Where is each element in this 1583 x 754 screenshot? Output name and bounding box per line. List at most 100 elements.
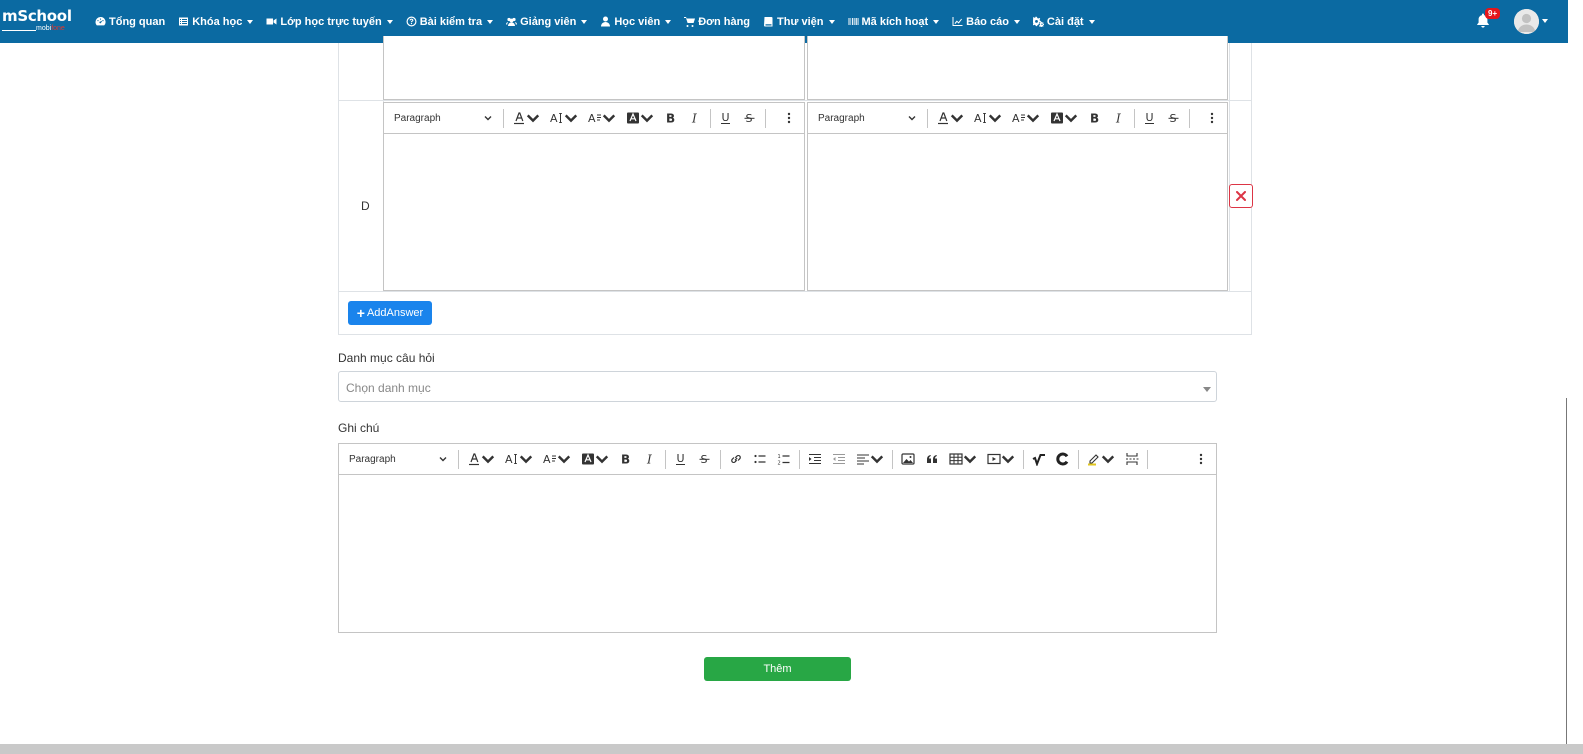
caret-down-icon	[1088, 19, 1095, 24]
toolbar-separator	[665, 449, 666, 469]
answer-c-explain-editor[interactable]	[807, 36, 1228, 100]
font-size-icon: A	[550, 112, 562, 125]
italic-button[interactable]: I	[638, 444, 662, 474]
nav-item-7[interactable]: Thư viện	[763, 16, 835, 28]
highlight-button[interactable]	[1082, 444, 1120, 474]
answer-c-content-editor[interactable]	[383, 36, 805, 100]
toolbar-separator	[927, 108, 928, 128]
chevron-down-icon	[870, 455, 884, 464]
bold-button[interactable]: B	[659, 103, 683, 133]
strikethrough-button[interactable]: S	[1162, 103, 1186, 133]
caret-down-icon	[1013, 19, 1020, 24]
answer-d-explain-editor[interactable]: Paragraph A A B I U S	[807, 102, 1228, 291]
strikethrough-button[interactable]: S	[693, 444, 717, 474]
align-left-icon	[857, 454, 869, 465]
font-size-button[interactable]: A	[969, 103, 1007, 133]
cogs-icon	[1032, 16, 1044, 27]
bold-button[interactable]: B	[614, 444, 638, 474]
math-button[interactable]	[1027, 444, 1051, 474]
category-select[interactable]: Chọn danh mục	[338, 371, 1217, 402]
scrollbar-track[interactable]	[1566, 398, 1567, 754]
font-bg-color-button[interactable]	[576, 444, 614, 474]
link-button[interactable]	[724, 444, 748, 474]
more-tools-button[interactable]	[774, 103, 804, 133]
font-family-button[interactable]: A	[538, 444, 576, 474]
outdent-button[interactable]	[827, 444, 851, 474]
caret-down-icon	[247, 19, 254, 24]
svg-text:A: A	[588, 112, 596, 125]
more-tools-button[interactable]	[1186, 444, 1216, 474]
align-left-button[interactable]	[851, 444, 889, 474]
user-avatar[interactable]	[1514, 9, 1539, 34]
nav-item-10[interactable]: Cài đặt	[1032, 16, 1095, 28]
font-color-button[interactable]	[462, 444, 500, 474]
nav-item-2[interactable]: Lớp học trực tuyến	[266, 15, 393, 28]
font-bg-color-button[interactable]	[621, 103, 659, 133]
chevron-down-icon	[908, 116, 916, 121]
italic-button[interactable]: I	[683, 103, 707, 133]
outdent-icon	[833, 453, 845, 465]
nav-item-label: Tổng quan	[109, 15, 166, 28]
font-bg-color-button[interactable]	[1045, 103, 1083, 133]
toolbar-separator	[799, 449, 800, 469]
quote-button[interactable]	[920, 444, 944, 474]
nav-item-4[interactable]: Giảng viên	[506, 16, 588, 28]
font-size-button[interactable]: A	[545, 103, 583, 133]
font-bg-color-icon	[627, 112, 639, 124]
toolbar-separator	[765, 108, 766, 128]
table-button[interactable]	[944, 444, 982, 474]
paragraph-label: Paragraph	[349, 453, 396, 465]
delete-answer-button[interactable]	[1229, 184, 1253, 208]
toolbar-separator	[720, 449, 721, 469]
user-icon	[601, 16, 611, 27]
chevron-down-icon	[1026, 114, 1040, 123]
more-tools-button[interactable]	[1197, 103, 1227, 133]
avatar-chevron-down-icon[interactable]	[1542, 19, 1548, 23]
underline-button[interactable]: U	[1138, 103, 1162, 133]
barcode-icon	[848, 18, 858, 25]
add-answer-button[interactable]: + AddAnswer	[348, 301, 432, 325]
font-color-icon	[469, 453, 479, 466]
bullet-list-button[interactable]	[748, 444, 772, 474]
nav-item-label: Lớp học trực tuyến	[280, 15, 382, 28]
underline-button[interactable]: U	[714, 103, 738, 133]
svg-text:2: 2	[778, 461, 781, 467]
font-bg-color-icon	[1051, 112, 1063, 124]
indent-button[interactable]	[803, 444, 827, 474]
paragraph-dropdown[interactable]: Paragraph	[339, 444, 455, 474]
nav-item-1[interactable]: Khóa học	[178, 16, 254, 28]
font-family-button[interactable]: A	[1007, 103, 1045, 133]
media-button[interactable]	[982, 444, 1020, 474]
underline-button[interactable]: U	[669, 444, 693, 474]
paragraph-dropdown[interactable]: Paragraph	[384, 103, 500, 133]
chemistry-button[interactable]	[1051, 444, 1075, 474]
chevron-down-icon	[557, 455, 571, 464]
font-size-button[interactable]: A	[500, 444, 538, 474]
italic-button[interactable]: I	[1107, 103, 1131, 133]
paragraph-dropdown[interactable]: Paragraph	[808, 103, 924, 133]
submit-button[interactable]: Thêm	[704, 657, 851, 681]
strikethrough-button[interactable]: S	[738, 103, 762, 133]
nav-item-9[interactable]: Báo cáo	[952, 16, 1020, 28]
numbered-list-button[interactable]: 12	[772, 444, 796, 474]
book-icon	[764, 17, 773, 27]
bold-button[interactable]: B	[1083, 103, 1107, 133]
nav-item-5[interactable]: Học viên	[600, 16, 672, 28]
font-color-button[interactable]	[507, 103, 545, 133]
image-button[interactable]	[896, 444, 920, 474]
table-divider	[1229, 43, 1230, 291]
nav-item-0[interactable]: Tổng quan	[95, 16, 165, 28]
svg-text:U: U	[677, 452, 685, 465]
note-editor[interactable]: Paragraph A A B I U S 1 2	[338, 443, 1217, 633]
strikethrough-icon: S	[699, 453, 710, 466]
page-break-button[interactable]	[1120, 444, 1144, 474]
font-color-button[interactable]	[931, 103, 969, 133]
answer-d-content-editor[interactable]: Paragraph A A B I U S	[383, 102, 805, 291]
page-break-icon	[1126, 453, 1139, 465]
nav-item-3[interactable]: Bài kiểm tra	[406, 16, 494, 28]
app-logo[interactable]: mSchool mobifone	[2, 6, 80, 36]
font-family-button[interactable]: A	[583, 103, 621, 133]
svg-text:1: 1	[778, 454, 781, 460]
nav-item-8[interactable]: Mã kích hoạt	[848, 16, 940, 28]
nav-item-6[interactable]: Đơn hàng	[684, 16, 750, 28]
